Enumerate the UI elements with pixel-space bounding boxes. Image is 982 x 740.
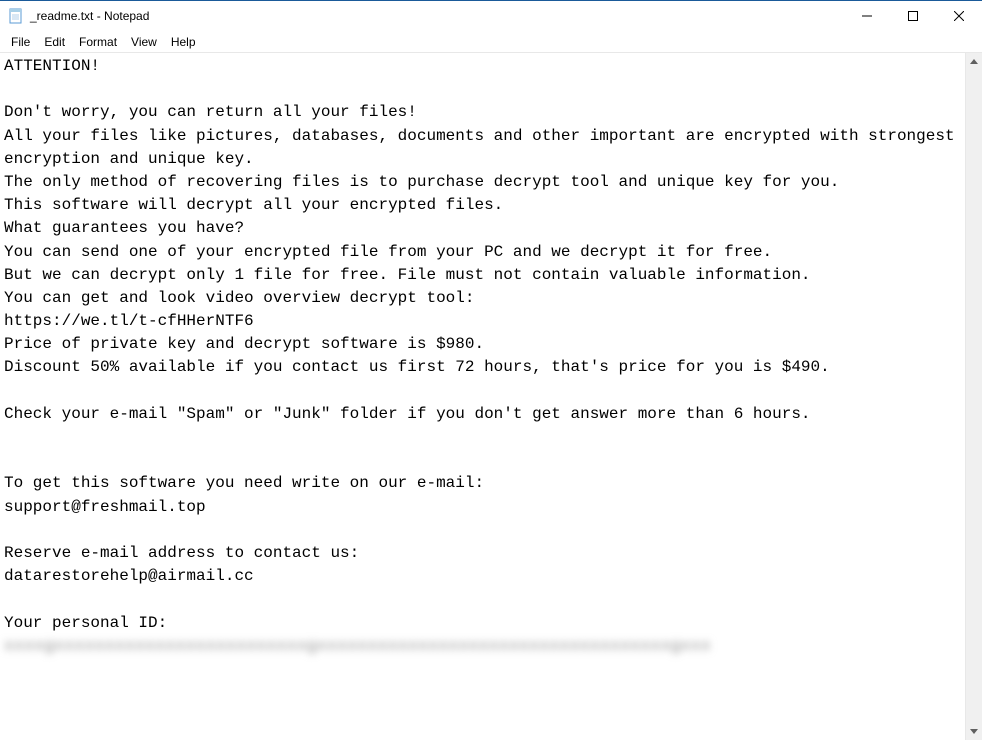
text-line: https://we.tl/t-cfHHerNTF6 — [4, 312, 254, 330]
text-area[interactable]: ATTENTION! Don't worry, you can return a… — [0, 53, 965, 740]
content-wrapper: ATTENTION! Don't worry, you can return a… — [0, 53, 982, 740]
text-line: support@freshmail.top — [4, 498, 206, 516]
text-line: Don't worry, you can return all your fil… — [4, 103, 417, 121]
text-line: All your files like pictures, databases,… — [4, 127, 964, 168]
menu-view[interactable]: View — [124, 33, 164, 51]
scroll-track[interactable] — [966, 70, 982, 723]
scroll-up-arrow[interactable] — [966, 53, 982, 70]
vertical-scrollbar[interactable] — [965, 53, 982, 740]
text-line: To get this software you need write on o… — [4, 474, 484, 492]
scroll-down-arrow[interactable] — [966, 723, 982, 740]
close-button[interactable] — [936, 1, 982, 31]
menu-edit[interactable]: Edit — [37, 33, 72, 51]
titlebar: _readme.txt - Notepad — [0, 1, 982, 31]
menu-file[interactable]: File — [4, 33, 37, 51]
text-line: Reserve e-mail address to contact us: — [4, 544, 359, 562]
text-line: This software will decrypt all your encr… — [4, 196, 503, 214]
personal-id-blurred: xxxxgxxxxxxxxxxxxxxxxxxxxxxxxxgxxxxxxxxx… — [4, 635, 711, 658]
text-line: What guarantees you have? — [4, 219, 244, 237]
minimize-button[interactable] — [844, 1, 890, 31]
text-line: Discount 50% available if you contact us… — [4, 358, 830, 376]
menu-format[interactable]: Format — [72, 33, 124, 51]
notepad-icon — [8, 8, 24, 24]
text-line: You can get and look video overview decr… — [4, 289, 474, 307]
text-line: datarestorehelp@airmail.cc — [4, 567, 254, 585]
window-title: _readme.txt - Notepad — [30, 9, 149, 23]
text-line: Your personal ID: — [4, 614, 167, 632]
maximize-button[interactable] — [890, 1, 936, 31]
text-line: Check your e-mail "Spam" or "Junk" folde… — [4, 405, 811, 423]
window-controls — [844, 1, 982, 31]
menu-help[interactable]: Help — [164, 33, 203, 51]
text-line: Price of private key and decrypt softwar… — [4, 335, 484, 353]
text-line: But we can decrypt only 1 file for free.… — [4, 266, 811, 284]
text-line: You can send one of your encrypted file … — [4, 243, 772, 261]
text-line: The only method of recovering files is t… — [4, 173, 839, 191]
menubar: File Edit Format View Help — [0, 31, 982, 53]
text-line: ATTENTION! — [4, 57, 100, 75]
